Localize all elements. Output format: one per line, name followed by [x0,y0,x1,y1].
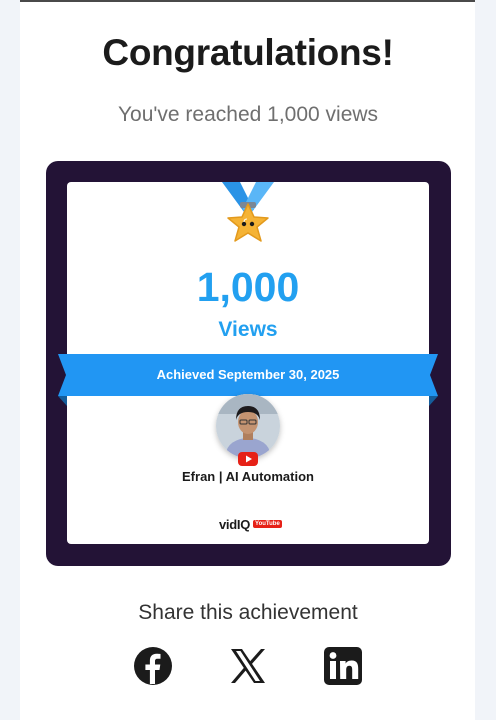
facebook-icon[interactable] [133,646,173,686]
page-title: Congratulations! [102,32,394,73]
youtube-badge: YouTube [253,520,282,528]
linkedin-icon[interactable] [323,646,363,686]
star-medal-icon [222,182,274,242]
youtube-icon [238,452,258,466]
page-subtitle: You've reached 1,000 views [117,103,379,126]
x-icon[interactable] [228,646,268,686]
views-label: Views [218,318,278,341]
channel-name: Efran | AI Automation [182,469,314,484]
top-divider [20,0,475,2]
achieved-date: Achieved September 30, 2025 [156,367,340,382]
vidiq-logo: vidIQ YouTube [219,516,282,532]
channel-avatar [216,394,280,458]
views-count: 1,000 [196,264,300,310]
share-label: Share this achievement [138,601,358,624]
person-icon [216,394,280,458]
brand-name: vidIQ [219,516,251,532]
